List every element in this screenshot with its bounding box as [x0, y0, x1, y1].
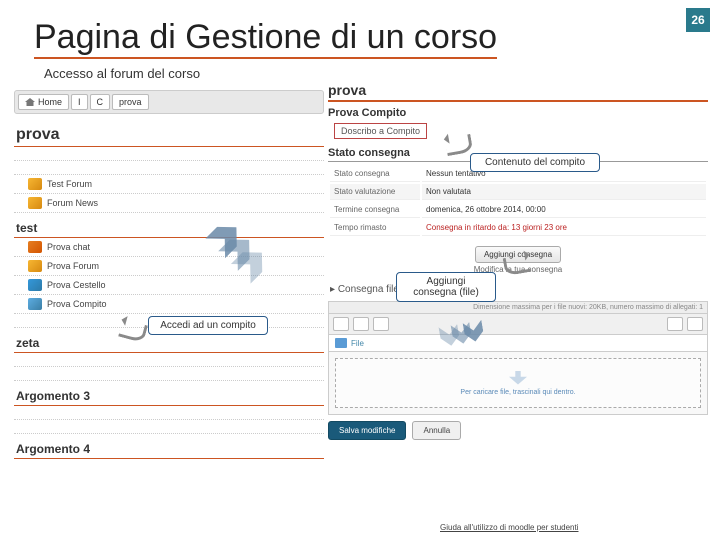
- assignment-icon: [28, 298, 42, 310]
- upload-path-bar[interactable]: File: [329, 335, 707, 352]
- add-file-icon[interactable]: [333, 317, 349, 331]
- forum-icon: [28, 178, 42, 190]
- view-list-icon[interactable]: [687, 317, 703, 331]
- spacer-row: [14, 420, 324, 434]
- table-row: Termine consegna domenica, 26 ottobre 20…: [330, 202, 706, 218]
- spacer-row: [14, 406, 324, 420]
- save-button[interactable]: Salva modifiche: [328, 421, 406, 440]
- spacer-row: [14, 353, 324, 367]
- folder-icon: [335, 338, 347, 348]
- upload-path-label: File: [351, 339, 364, 348]
- basket-icon: [28, 279, 42, 291]
- forum-icon: [28, 197, 42, 209]
- right-assignment-panel: prova Prova Compito Doscribo a Compito S…: [328, 80, 708, 520]
- list-item[interactable]: Test Forum: [14, 175, 324, 194]
- status-value: Non valutata: [422, 184, 706, 200]
- list-item-label: Prova chat: [47, 242, 90, 252]
- table-row: Tempo rimasto Consegna in ritardo da: 13…: [330, 220, 706, 236]
- cancel-button[interactable]: Annulla: [412, 421, 461, 440]
- breadcrumb: Home I C prova: [14, 90, 324, 114]
- dropzone-text: Per caricare file, trascinali qui dentro…: [460, 389, 575, 396]
- page-title: Pagina di Gestione di un corso: [34, 18, 497, 59]
- assignment-title: Prova Compito: [328, 105, 708, 121]
- list-item[interactable]: Prova chat: [14, 238, 324, 257]
- chat-icon: [28, 241, 42, 253]
- view-grid-icon[interactable]: [667, 317, 683, 331]
- list-item-label: Prova Cestello: [47, 280, 106, 290]
- spacer-row: [14, 147, 324, 161]
- page-subtitle: Accesso al forum del corso: [44, 66, 200, 81]
- status-key: Termine consegna: [330, 202, 420, 218]
- section-title-zeta: zeta: [14, 334, 324, 353]
- list-item[interactable]: Prova Forum: [14, 257, 324, 276]
- spacer-row: [14, 367, 324, 381]
- list-item-label: Prova Compito: [47, 299, 107, 309]
- status-key: Stato valutazione: [330, 184, 420, 200]
- create-folder-icon[interactable]: [353, 317, 369, 331]
- upload-size-hint: Dimensione massima per i file nuovi: 20K…: [329, 302, 707, 314]
- list-item[interactable]: Prova Cestello: [14, 276, 324, 295]
- list-item-label: Prova Forum: [47, 261, 99, 271]
- list-item-label: Forum News: [47, 198, 98, 208]
- forum-icon: [28, 260, 42, 272]
- status-value-late: Consegna in ritardo da: 13 giorni 23 ore: [422, 220, 706, 236]
- download-icon[interactable]: [373, 317, 389, 331]
- file-submission-label: ▸ Consegna file: [330, 284, 708, 295]
- form-actions: Salva modifiche Annulla: [328, 421, 708, 440]
- assignment-content-link[interactable]: Doscribo a Compito: [334, 123, 427, 139]
- course-title: prova: [14, 122, 324, 147]
- callout-access-assignment: Accedi ad un compito: [148, 316, 268, 335]
- breadcrumb-item[interactable]: prova: [112, 94, 149, 110]
- section-title-arg4: Argomento 4: [14, 440, 324, 459]
- status-table: Stato consegna Nessun tentativo Stato va…: [328, 164, 708, 238]
- callout-add-submission: Aggiungi consegna (file): [396, 272, 496, 302]
- section-title-test: test: [14, 219, 324, 238]
- home-icon: [25, 98, 35, 106]
- section-title-arg3: Argomento 3: [14, 387, 324, 406]
- status-value: domenica, 26 ottobre 2014, 00:00: [422, 202, 706, 218]
- list-item[interactable]: Forum News: [14, 194, 324, 213]
- upload-toolbar: [329, 314, 707, 335]
- table-row: Stato valutazione Non valutata: [330, 184, 706, 200]
- footer-guide-link[interactable]: Giuda all'utilizzo di moodle per student…: [440, 523, 579, 532]
- status-key: Stato consegna: [330, 166, 420, 182]
- file-upload-area: Dimensione massima per i file nuovi: 20K…: [328, 301, 708, 415]
- spacer-row: [14, 161, 324, 175]
- list-item[interactable]: Prova Compito: [14, 295, 324, 314]
- status-key: Tempo rimasto: [330, 220, 420, 236]
- breadcrumb-item[interactable]: C: [90, 94, 111, 110]
- list-item-label: Test Forum: [47, 179, 92, 189]
- file-dropzone[interactable]: Per caricare file, trascinali qui dentro…: [335, 358, 701, 408]
- callout-content: Contenuto del compito: [470, 153, 600, 172]
- file-submission-text: Consegna file: [338, 284, 399, 295]
- assignment-course-title: prova: [328, 80, 708, 102]
- breadcrumb-item[interactable]: I: [71, 94, 88, 110]
- page-number-badge: 26: [686, 8, 710, 32]
- breadcrumb-home[interactable]: Home: [18, 94, 69, 110]
- breadcrumb-home-label: Home: [38, 97, 62, 107]
- download-arrow-icon: [509, 371, 527, 385]
- left-course-panel: Home I C prova prova Test Forum Forum Ne…: [14, 90, 324, 520]
